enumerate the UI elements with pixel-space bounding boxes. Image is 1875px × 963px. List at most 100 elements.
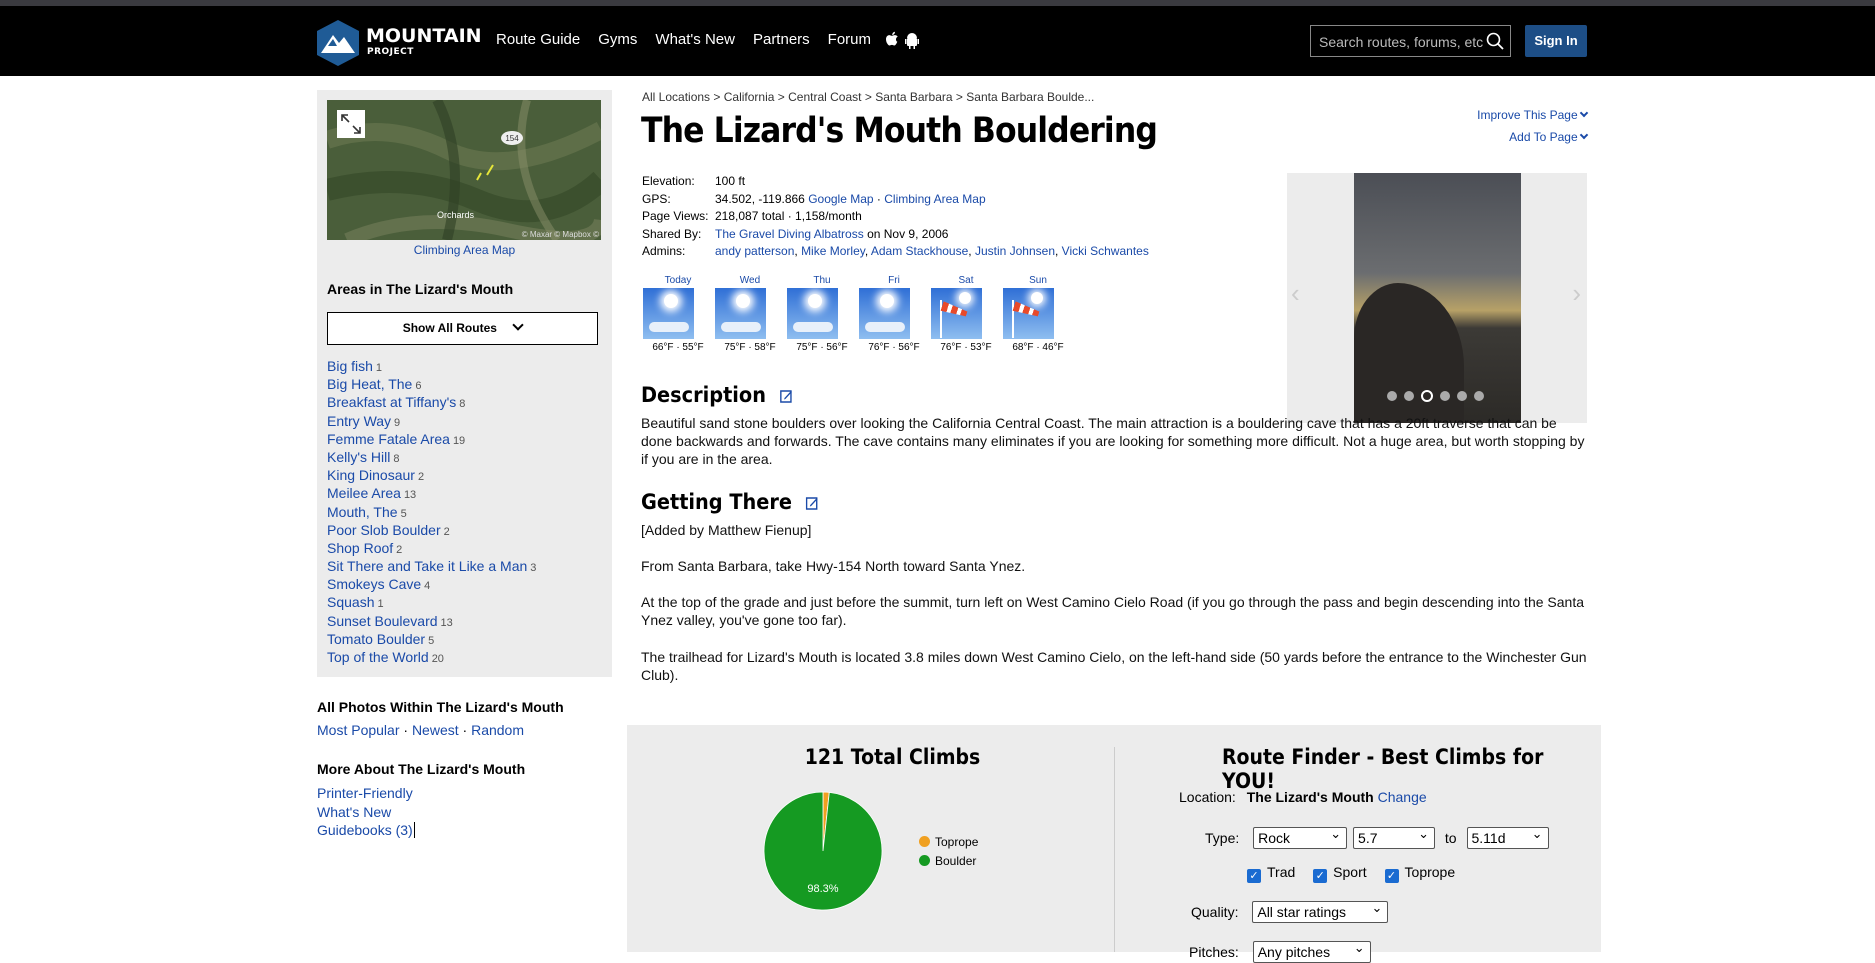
photos-most-popular-link[interactable]: Most Popular (317, 722, 399, 738)
add-to-page-dropdown[interactable]: Add To Page (1477, 126, 1589, 148)
sub-area-link[interactable]: Entry Way (327, 413, 391, 429)
sport-checkbox[interactable]: ✓ (1313, 869, 1328, 883)
chevron-left-icon[interactable]: ‹ (1291, 278, 1300, 309)
nav-forum[interactable]: Forum (828, 31, 871, 51)
route-count: 13 (403, 489, 417, 502)
sign-in-button[interactable]: Sign In (1525, 25, 1587, 57)
sub-area-link[interactable]: Kelly's Hill (327, 449, 390, 465)
weather-day-label: Wed (739, 275, 761, 286)
sub-area-link[interactable]: Sunset Boulevard (327, 613, 438, 629)
admin-link[interactable]: Adam Stackhouse (871, 244, 968, 258)
weather-day[interactable]: Fri 76°F · 56°F (858, 275, 930, 353)
admin-link[interactable]: Justin Johnsen (975, 244, 1055, 258)
nav-partners[interactable]: Partners (753, 31, 810, 51)
weather-day[interactable]: Thu 75°F · 56°F (786, 275, 858, 353)
guidebooks-link[interactable]: Guidebooks (3) (317, 822, 413, 838)
trad-checkbox[interactable]: ✓ (1247, 869, 1261, 883)
route-count: 2 (396, 543, 403, 556)
route-count: 8 (459, 398, 466, 411)
gallery-dot[interactable] (1387, 391, 1397, 401)
route-count: 9 (394, 416, 401, 429)
gallery-dot[interactable] (1440, 391, 1450, 401)
weather-day-label: Today (664, 275, 692, 286)
trad-label: Trad (1267, 864, 1296, 880)
photos-newest-link[interactable]: Newest (412, 722, 459, 738)
breadcrumb-santa-barbara[interactable]: Santa Barbara (875, 90, 952, 104)
expand-map-icon[interactable] (337, 110, 365, 138)
gallery-dot[interactable] (1474, 391, 1484, 401)
improve-page-dropdown[interactable]: Improve This Page (1477, 104, 1589, 126)
route-count: 8 (393, 452, 400, 465)
legend-item[interactable]: Toprope (919, 833, 978, 852)
edit-icon[interactable] (806, 496, 819, 510)
search-icon[interactable] (1486, 32, 1504, 50)
sub-area-link[interactable]: Meilee Area (327, 485, 401, 501)
all-photos-title: All Photos Within The Lizard's Mouth (317, 699, 564, 715)
rf-pitches-select[interactable]: Any pitches (1252, 938, 1371, 963)
sub-area-link[interactable]: Shop Roof (327, 540, 393, 556)
photos-random-link[interactable]: Random (471, 722, 524, 738)
toprope-checkbox[interactable]: ✓ (1384, 869, 1399, 883)
sub-area-link[interactable]: Femme Fatale Area (327, 431, 450, 447)
mountain-project-logo[interactable]: MOUNTAIN PROJECT (316, 19, 482, 67)
weather-day[interactable]: Sun 68°F · 46°F (1002, 275, 1074, 353)
gallery-dot[interactable] (1457, 391, 1467, 401)
nav-gyms[interactable]: Gyms (598, 31, 637, 51)
nav-whats-new[interactable]: What's New (655, 31, 735, 51)
weather-temp: 76°F · 53°F (940, 342, 992, 353)
google-map-link[interactable]: Google Map (808, 192, 873, 206)
route-count: 4 (424, 580, 431, 593)
breadcrumb-california[interactable]: California (724, 90, 775, 104)
admin-link[interactable]: Vicki Schwantes (1062, 244, 1149, 258)
sub-area-link[interactable]: Tomato Boulder (327, 631, 425, 647)
shared-by-user-link[interactable]: The Gravel Diving Albatross (715, 227, 864, 241)
list-item: Squash 1 (327, 593, 536, 611)
list-item: Femme Fatale Area 19 (327, 430, 536, 448)
admin-link[interactable]: Mike Morley (801, 244, 865, 258)
sub-area-link[interactable]: Poor Slob Boulder (327, 522, 441, 538)
sub-area-link[interactable]: Top of the World (327, 649, 429, 665)
sub-area-link[interactable]: Mouth, The (327, 504, 398, 520)
legend-item[interactable]: Boulder (919, 852, 978, 871)
sub-area-link[interactable]: Big fish (327, 358, 373, 374)
chevron-down-icon (1579, 130, 1589, 140)
rf-change-link[interactable]: Change (1378, 789, 1427, 805)
android-icon[interactable] (905, 33, 920, 49)
area-photo[interactable] (1354, 173, 1521, 423)
nav-route-guide[interactable]: Route Guide (496, 31, 580, 51)
rf-quality-label: Quality: (1191, 904, 1239, 920)
sub-area-link[interactable]: Big Heat, The (327, 376, 412, 392)
sub-area-link[interactable]: Sit There and Take it Like a Man (327, 558, 527, 574)
gallery-dot-active[interactable] (1421, 390, 1433, 402)
climbing-area-map-link-2[interactable]: Climbing Area Map (884, 192, 985, 206)
show-all-routes-button[interactable]: Show All Routes (327, 312, 598, 345)
rf-quality-select[interactable]: All star ratings (1252, 898, 1389, 923)
pie-percent-label: 98.3% (807, 883, 838, 895)
weather-day[interactable]: Today 66°F · 55°F (642, 275, 714, 353)
route-count: 6 (415, 380, 422, 393)
area-map[interactable]: 154 Orchards © Maxar © Mapbox © (327, 100, 601, 240)
printer-friendly-link[interactable]: Printer-Friendly (317, 785, 413, 801)
sub-area-link[interactable]: Breakfast at Tiffany's (327, 394, 456, 410)
chevron-right-icon[interactable]: › (1572, 278, 1581, 309)
whats-new-link[interactable]: What's New (317, 804, 391, 820)
apple-icon[interactable] (885, 31, 899, 51)
sunny-icon (787, 288, 838, 339)
rf-type-select[interactable]: Rock (1253, 824, 1348, 849)
admin-link[interactable]: andy patterson (715, 244, 794, 258)
rf-grade-from-select[interactable]: 5.7 (1353, 824, 1436, 849)
breadcrumb-central-coast[interactable]: Central Coast (788, 90, 861, 104)
breadcrumb-santa-barbara-bouldering[interactable]: Santa Barbara Boulde... (966, 90, 1094, 104)
breadcrumb-all-locations[interactable]: All Locations (642, 90, 710, 104)
weather-day[interactable]: Sat 76°F · 53°F (930, 275, 1002, 353)
search-input[interactable] (1319, 32, 1484, 52)
gallery-dot[interactable] (1404, 391, 1414, 401)
sub-area-link[interactable]: Squash (327, 594, 374, 610)
rf-grade-to-select[interactable]: 5.11d (1466, 824, 1549, 849)
sub-area-link[interactable]: King Dinosaur (327, 467, 415, 483)
sub-area-link[interactable]: Smokeys Cave (327, 576, 421, 592)
edit-icon[interactable] (780, 389, 793, 403)
weather-day[interactable]: Wed 75°F · 58°F (714, 275, 786, 353)
climbing-area-map-link[interactable]: Climbing Area Map (317, 243, 612, 257)
rf-type-row: Type: Rock 5.7 to 5.11d (1205, 824, 1549, 849)
